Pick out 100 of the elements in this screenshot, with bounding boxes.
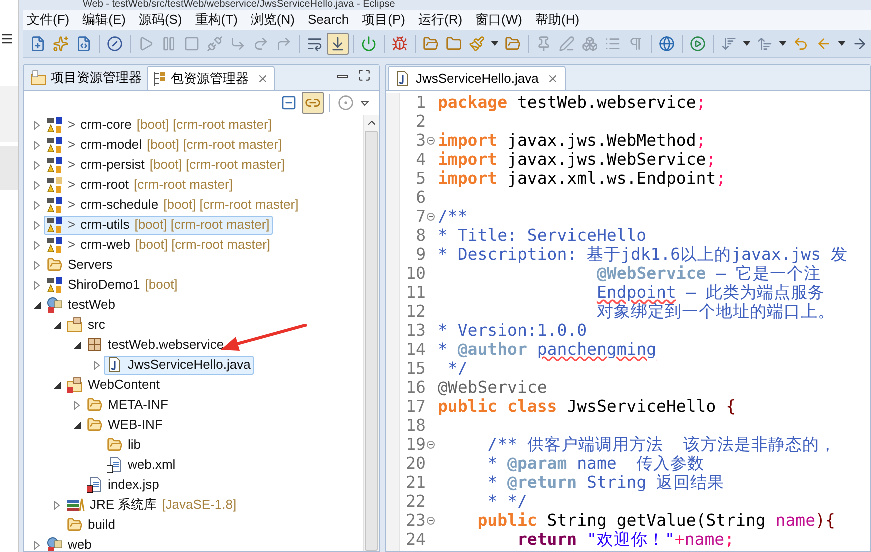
code-line: 对象绑定到一个地址的端口上。 — [596, 302, 835, 321]
minimize-icon[interactable] — [337, 75, 348, 78]
toolbar-button[interactable] — [302, 92, 324, 114]
tree-item[interactable]: > crm-web [boot] [crm-root master] — [44, 236, 274, 254]
tree-item[interactable]: > crm-schedule [boot] [crm-root master] — [44, 196, 302, 214]
menu-item[interactable]: 运行(R) — [418, 10, 463, 30]
collapse-arrow-icon[interactable] — [74, 422, 80, 428]
tree-item[interactable]: web — [44, 536, 95, 551]
tree-item-label: META-INF — [108, 396, 168, 414]
tree-item[interactable]: index.jsp — [84, 476, 162, 494]
editor-tab[interactable]: JwsServiceHello.java — [388, 66, 566, 90]
web-folder-icon — [67, 377, 83, 393]
web-project-icon — [47, 537, 63, 551]
fold-icon[interactable] — [427, 136, 435, 144]
tree-item-label: testWeb — [68, 296, 116, 314]
tree-item[interactable]: lib — [104, 436, 144, 454]
view-tab[interactable]: 包资源管理器 — [147, 66, 275, 90]
scrollbar[interactable] — [363, 115, 379, 551]
tree-item[interactable]: build — [64, 516, 118, 534]
folder-icon — [87, 397, 103, 413]
menu-item[interactable]: 项目(P) — [362, 10, 406, 30]
expand-arrow-icon[interactable] — [94, 360, 100, 370]
expand-arrow-icon[interactable] — [34, 220, 40, 230]
tree-item[interactable]: > crm-model [boot] [crm-root master] — [44, 136, 286, 154]
expand-arrow-icon[interactable] — [34, 280, 40, 290]
tree-item[interactable]: testWeb.webservice — [84, 336, 228, 354]
tree-item[interactable]: > crm-core [boot] [crm-root master] — [44, 116, 275, 134]
menu-item[interactable]: 窗口(W) — [476, 10, 522, 30]
expand-arrow-icon[interactable] — [34, 180, 40, 190]
code-line: public class JwsServiceHello { — [437, 397, 736, 416]
git-change-marker: > — [68, 116, 76, 134]
menu-item[interactable]: 帮助(H) — [535, 10, 580, 30]
list-icon — [605, 36, 621, 52]
collapse-arrow-icon[interactable] — [54, 322, 60, 328]
line-number: 7 — [415, 207, 426, 226]
line-number: 4 — [415, 150, 426, 169]
menu-item[interactable]: 源码(S) — [138, 10, 182, 30]
expand-arrow-icon[interactable] — [34, 160, 40, 170]
tree-item[interactable]: JRE 系统库 [JavaSE-1.8] — [64, 496, 240, 514]
globe-icon — [659, 36, 675, 52]
folder-icon — [107, 437, 123, 453]
window-title: Web - testWeb/src/testWeb/webservice/JwsServiceHello.java - Eclipse — [82, 0, 396, 10]
collapse-arrow-icon[interactable] — [54, 382, 60, 388]
tree-item-label: crm-persist — [80, 156, 145, 174]
tree-item[interactable]: src — [64, 316, 108, 334]
tree-item-decoration: [crm-root master] — [134, 176, 233, 194]
tree-item-decoration: [boot] — [145, 276, 178, 294]
fold-icon[interactable] — [427, 212, 435, 220]
tree-item[interactable]: WebContent — [64, 376, 164, 394]
fold-icon[interactable] — [427, 440, 435, 448]
expand-arrow-icon[interactable] — [34, 200, 40, 210]
tree-item[interactable]: ShiroDemo1 [boot] — [44, 276, 181, 294]
tree-item-decoration: [boot] [crm-root master] — [134, 216, 270, 234]
collapse-arrow-icon[interactable] — [74, 342, 80, 348]
line-number: 19 — [405, 435, 426, 454]
arrow-to-line-icon — [330, 36, 346, 52]
line-number: 9 — [415, 245, 426, 264]
line-number: 21 — [405, 473, 426, 492]
menu-item[interactable]: 浏览(N) — [250, 10, 295, 30]
tree-item[interactable]: JwsServiceHello.java — [104, 356, 254, 374]
up-arrow-icon — [757, 36, 773, 52]
code-line: * Description: 基于jdk1.6以上的javax.jws 发 — [437, 245, 848, 264]
pause-icon — [161, 36, 177, 52]
scrollbar-thumb[interactable] — [365, 131, 378, 551]
maximize-icon[interactable] — [358, 69, 371, 82]
menu-item[interactable]: 文件(F) — [27, 10, 70, 30]
menu-item[interactable]: 重构(T) — [195, 10, 238, 30]
expand-arrow-icon[interactable] — [74, 400, 80, 410]
tree-item[interactable]: META-INF — [84, 396, 172, 414]
tree-item[interactable]: > crm-root [crm-root master] — [44, 176, 236, 194]
menu-item[interactable]: 编辑(E) — [82, 10, 126, 30]
library-icon — [67, 497, 85, 513]
code-line: public String getValue(String name){ — [476, 511, 836, 530]
play-circle-icon — [690, 36, 706, 52]
expand-arrow-icon[interactable] — [34, 120, 40, 130]
tree-item[interactable]: web.xml — [104, 456, 179, 474]
new-file-icon — [30, 36, 46, 52]
collapse-arrow-icon[interactable] — [34, 302, 40, 308]
tree-item[interactable]: > crm-utils [boot] [crm-root master] — [44, 216, 273, 234]
toolbar-button[interactable] — [327, 32, 349, 54]
code-line: Endpoint – 此类为端点服务 — [596, 283, 826, 302]
view-tab[interactable]: 项目资源管理器 — [26, 66, 147, 90]
tree-item[interactable]: testWeb — [44, 296, 118, 314]
expand-arrow-icon[interactable] — [34, 540, 40, 550]
tree-item[interactable]: Servers — [44, 256, 116, 274]
tree-item[interactable]: WEB-INF — [84, 416, 166, 434]
expand-arrow-icon[interactable] — [34, 260, 40, 270]
return-arrow-icon — [276, 36, 292, 52]
fold-icon[interactable] — [427, 516, 435, 524]
close-icon[interactable] — [546, 72, 559, 84]
code-line: import javax.jws.WebService; — [437, 150, 716, 169]
expand-arrow-icon[interactable] — [34, 140, 40, 150]
close-icon[interactable] — [257, 72, 269, 84]
tree-item[interactable]: > crm-persist [boot] [crm-root master] — [44, 156, 288, 174]
menu-item[interactable]: Search — [308, 10, 350, 30]
code-line: @WebService — [437, 378, 548, 397]
expand-arrow-icon[interactable] — [34, 240, 40, 250]
code-line: * @return String 返回结果 — [486, 473, 725, 492]
expand-arrow-icon[interactable] — [54, 500, 60, 510]
tree-item-label: crm-schedule — [80, 196, 159, 214]
